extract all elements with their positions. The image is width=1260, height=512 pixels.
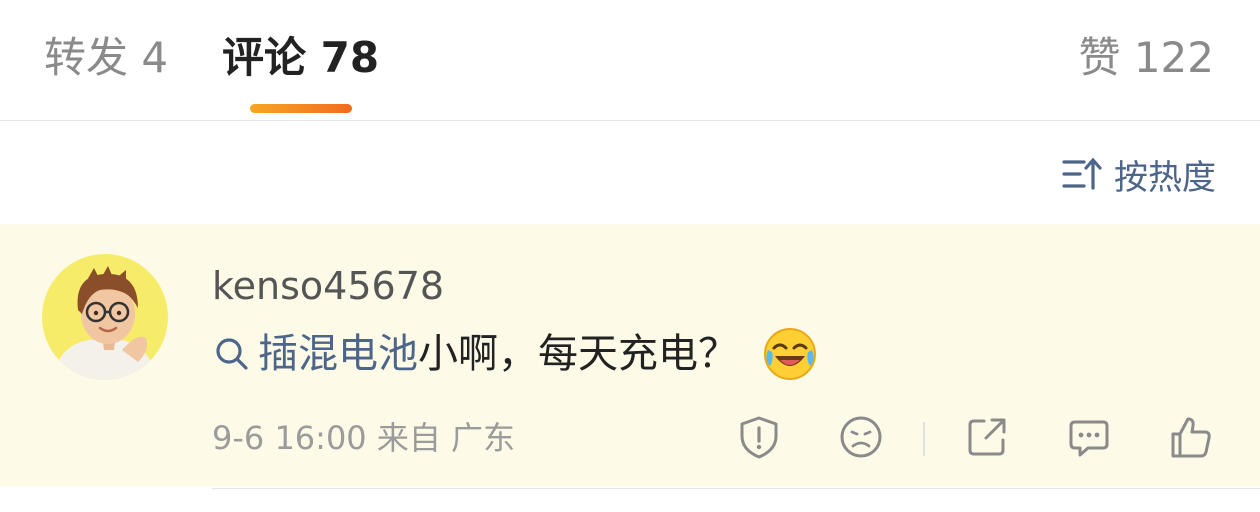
like-thumb-icon[interactable]	[1168, 414, 1214, 460]
sort-icon	[1062, 157, 1102, 190]
search-icon	[216, 338, 248, 370]
report-shield-icon[interactable]	[736, 414, 782, 460]
reply-comment-icon[interactable]	[1066, 414, 1112, 460]
avatar[interactable]	[42, 254, 168, 380]
divider	[0, 120, 1260, 121]
topic-label: 插混电池	[258, 331, 418, 377]
sort-button[interactable]: 按热度	[1062, 152, 1216, 198]
tab-repost[interactable]: 转发 4	[44, 30, 168, 86]
comment-text: 插混电池 小啊，每天充电？	[214, 324, 818, 384]
tab-bar: 转发 4 评论 78 赞 122	[0, 0, 1260, 120]
comment-body: 小啊，每天充电？	[418, 331, 738, 377]
laughing-crying-emoji-icon	[764, 328, 816, 380]
tab-comments[interactable]: 评论 78	[222, 30, 379, 86]
avatar-illustration	[42, 254, 168, 380]
dislike-face-icon[interactable]	[838, 414, 884, 460]
username[interactable]: kenso45678	[212, 262, 444, 310]
comment-item: kenso45678 插混电池 小啊，每天充电？ 9-6 16:00 来自 广东	[0, 224, 1260, 486]
actions-separator	[923, 422, 925, 456]
topic-link[interactable]: 插混电池	[214, 324, 418, 384]
share-icon[interactable]	[964, 414, 1010, 460]
comment-actions	[0, 412, 1260, 464]
active-tab-indicator	[250, 104, 352, 113]
divider	[212, 488, 1260, 489]
tab-likes[interactable]: 赞 122	[1078, 30, 1214, 86]
sort-label: 按热度	[1114, 157, 1216, 198]
